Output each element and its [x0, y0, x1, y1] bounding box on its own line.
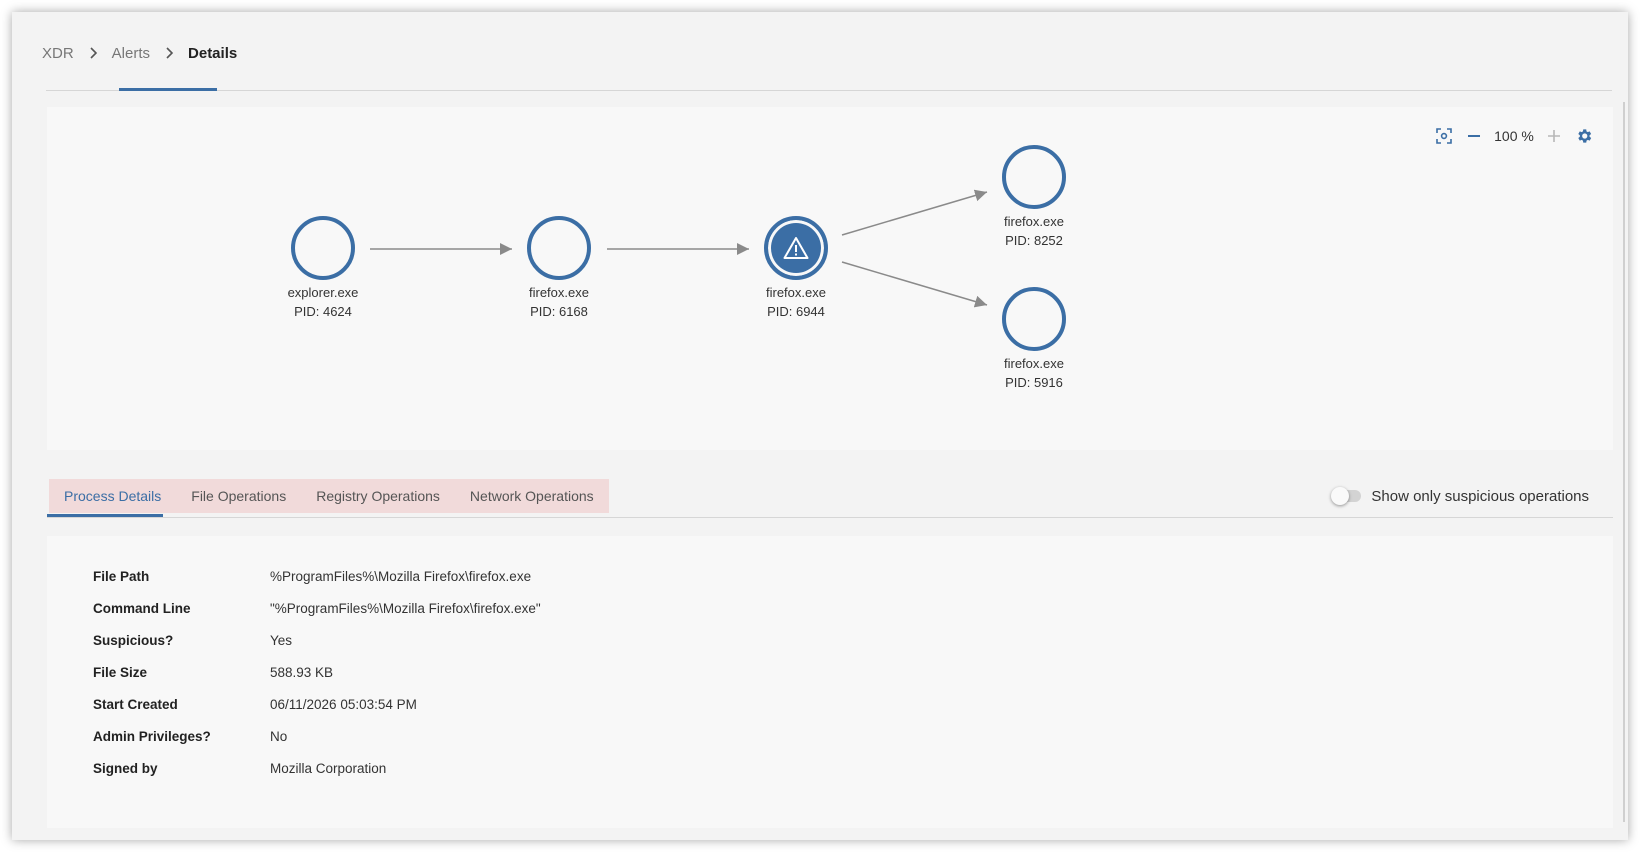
tab-file-operations[interactable]: File Operations [176, 479, 301, 513]
detail-key: Suspicious? [93, 632, 174, 648]
header-active-indicator [119, 88, 217, 91]
process-node[interactable]: firefox.exe PID: 6168 [494, 216, 624, 319]
breadcrumb-xdr[interactable]: XDR [42, 45, 74, 62]
vertical-scrollbar[interactable] [1623, 102, 1625, 822]
process-node-circle[interactable] [764, 216, 828, 280]
process-details-panel: File Path %ProgramFiles%\Mozilla Firefox… [47, 536, 1613, 828]
zoom-in-icon[interactable] [1539, 123, 1569, 149]
detail-row: Admin Privileges? No [93, 720, 541, 752]
breadcrumb-current: Details [188, 44, 238, 62]
process-name: explorer.exe [287, 285, 359, 300]
suspicious-filter: Show only suspicious operations [1331, 480, 1589, 512]
tab-registry-operations[interactable]: Registry Operations [301, 479, 455, 513]
process-name: firefox.exe [766, 285, 826, 300]
app-window: XDR Alerts Details 100 % explorer.exe PI… [12, 12, 1628, 840]
detail-row: Start Created 06/11/2026 05:03:54 PM [93, 688, 541, 720]
suspicious-only-toggle[interactable] [1331, 487, 1362, 505]
detail-row: File Size 588.93 KB [93, 656, 541, 688]
zoom-level: 100 % [1494, 128, 1534, 144]
detail-row: Suspicious? Yes [93, 624, 541, 656]
process-pid: PID: 8252 [1005, 233, 1063, 248]
process-node-alert[interactable]: firefox.exe PID: 6944 [731, 216, 861, 319]
process-node-circle[interactable] [1002, 145, 1066, 209]
breadcrumb: XDR Alerts Details [42, 38, 237, 68]
detail-key: Command Line [93, 600, 191, 616]
process-node-circle[interactable] [527, 216, 591, 280]
process-name: firefox.exe [1004, 356, 1064, 371]
process-name: firefox.exe [529, 285, 589, 300]
details-tabs-bar: Process Details File Operations Registry… [47, 476, 1613, 518]
chevron-right-icon [88, 47, 98, 59]
detail-key: Admin Privileges? [93, 728, 211, 744]
tab-list: Process Details File Operations Registry… [49, 479, 609, 513]
detail-key: File Size [93, 664, 148, 680]
tab-process-details[interactable]: Process Details [49, 479, 176, 513]
zoom-out-icon[interactable] [1459, 123, 1489, 149]
detail-row: Signed by Mozilla Corporation [93, 752, 541, 784]
detail-value: Mozilla Corporation [270, 760, 387, 776]
process-pid: PID: 6944 [767, 304, 825, 319]
detail-value: Yes [270, 632, 293, 648]
detail-value: 06/11/2026 05:03:54 PM [270, 696, 417, 712]
detail-key: File Path [93, 568, 150, 584]
detail-value: %ProgramFiles%\Mozilla Firefox\firefox.e… [270, 568, 532, 584]
process-graph-panel[interactable]: 100 % explorer.exe PID: 4624 firefox.exe… [47, 107, 1613, 450]
process-pid: PID: 5916 [1005, 375, 1063, 390]
edge-firefox-6944-to-5916 [841, 261, 988, 308]
detail-value: No [270, 728, 288, 744]
toggle-knob [1331, 487, 1350, 505]
process-name: firefox.exe [1004, 214, 1064, 229]
edge-firefox-6944-to-8252 [841, 189, 988, 236]
graph-toolbar: 100 % [1429, 123, 1599, 149]
suspicious-only-label[interactable]: Show only suspicious operations [1371, 488, 1589, 505]
process-node[interactable]: explorer.exe PID: 4624 [258, 216, 388, 319]
detail-value: "%ProgramFiles%\Mozilla Firefox\firefox.… [270, 600, 541, 616]
process-node[interactable]: firefox.exe PID: 8252 [969, 145, 1099, 248]
fit-to-screen-icon[interactable] [1429, 123, 1459, 149]
process-node-circle[interactable] [291, 216, 355, 280]
detail-row: File Path %ProgramFiles%\Mozilla Firefox… [93, 560, 541, 592]
process-node[interactable]: firefox.exe PID: 5916 [969, 287, 1099, 390]
tab-network-operations[interactable]: Network Operations [455, 479, 609, 513]
process-pid: PID: 6168 [530, 304, 588, 319]
detail-key: Start Created [93, 696, 178, 712]
detail-key: Signed by [93, 760, 158, 776]
warning-icon [783, 237, 809, 259]
chevron-right-icon [164, 47, 174, 59]
process-node-circle[interactable] [1002, 287, 1066, 351]
process-pid: PID: 4624 [294, 304, 352, 319]
detail-row: Command Line "%ProgramFiles%\Mozilla Fir… [93, 592, 541, 624]
details-table: File Path %ProgramFiles%\Mozilla Firefox… [93, 560, 541, 784]
gear-icon[interactable] [1569, 123, 1599, 149]
detail-value: 588.93 KB [270, 664, 334, 680]
tabs-divider [47, 517, 1613, 518]
header-divider [46, 90, 1612, 91]
breadcrumb-alerts[interactable]: Alerts [112, 45, 150, 62]
